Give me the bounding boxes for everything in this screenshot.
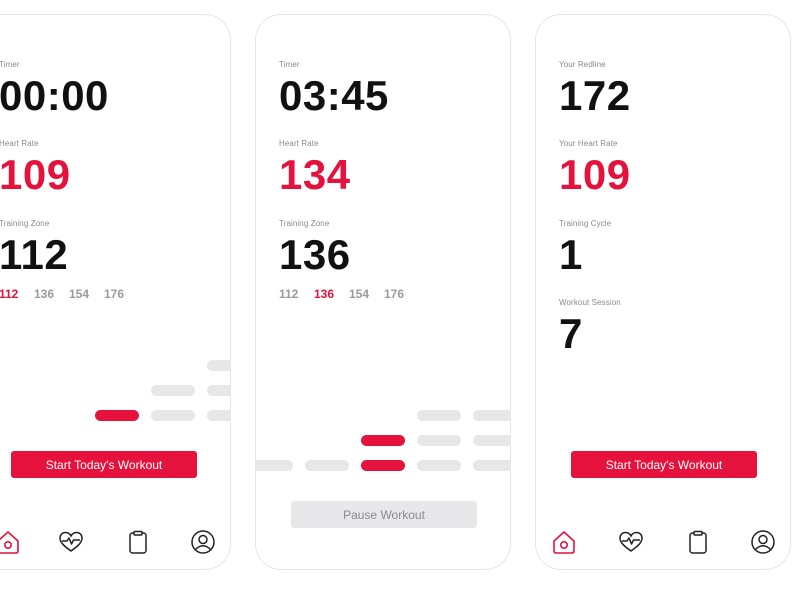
timer-label: Timer (279, 60, 300, 69)
start-workout-button[interactable]: Start Today's Workout (11, 451, 197, 478)
zone-bar (473, 460, 510, 471)
heart-rate-stat: Heart Rate 134 (279, 139, 351, 196)
profile-icon[interactable] (190, 529, 216, 555)
heart-pulse-icon[interactable] (618, 529, 644, 555)
zone-option[interactable]: 154 (349, 287, 384, 301)
timer-value: 00:00 (0, 72, 109, 119)
start-workout-button[interactable]: Start Today's Workout (571, 451, 757, 478)
zone-bar-active (361, 460, 405, 471)
zone-bar (473, 435, 510, 446)
clipboard-icon[interactable] (685, 529, 711, 555)
heart-rate-label: Heart Rate (0, 139, 39, 148)
training-zone-label: Training Zone (0, 219, 50, 228)
redline-value: 172 (559, 72, 631, 119)
zone-option[interactable]: 136 (314, 287, 349, 301)
training-zone-value: 112 (0, 231, 69, 278)
zone-option[interactable]: 154 (69, 287, 104, 301)
phone-screen-3: Your Redline 172 Your Heart Rate 109 Tra… (535, 14, 791, 570)
heart-rate-stat: Your Heart Rate 109 (559, 139, 631, 196)
workout-session-label: Workout Session (559, 298, 621, 307)
home-icon[interactable] (0, 529, 21, 555)
training-cycle-stat: Training Cycle 1 (559, 219, 611, 276)
zone-bar (256, 460, 293, 471)
heart-rate-value: 109 (0, 151, 71, 198)
clipboard-icon[interactable] (125, 529, 151, 555)
pause-workout-button[interactable]: Pause Workout (291, 501, 477, 528)
heart-rate-label: Your Heart Rate (559, 139, 618, 148)
heart-rate-stat: Heart Rate 109 (0, 139, 71, 196)
workout-session-value: 7 (559, 310, 583, 357)
zone-option[interactable]: 136 (34, 287, 69, 301)
zone-bar (207, 385, 230, 396)
workout-session-stat: Workout Session 7 (559, 298, 621, 355)
phone-screen-2: Timer 03:45 Heart Rate 134 Training Zone… (255, 14, 511, 570)
profile-icon[interactable] (750, 529, 776, 555)
zone-bar (207, 410, 230, 421)
zone-bar (207, 360, 230, 371)
timer-stat: Timer 03:45 (279, 60, 389, 117)
zone-bar (417, 435, 461, 446)
zone-bar (417, 410, 461, 421)
timer-stat: Timer 00:00 (0, 60, 109, 117)
redline-label: Your Redline (559, 60, 606, 69)
zone-bar-active (361, 435, 405, 446)
heart-rate-value: 134 (279, 151, 351, 198)
zone-bar (417, 460, 461, 471)
zone-bar (473, 410, 510, 421)
heart-rate-value: 109 (559, 151, 631, 198)
zone-option[interactable]: 112 (279, 287, 314, 301)
zone-option[interactable]: 176 (104, 287, 139, 301)
home-icon[interactable] (551, 529, 577, 555)
heart-pulse-icon[interactable] (58, 529, 84, 555)
zone-option[interactable]: 176 (384, 287, 419, 301)
training-cycle-value: 1 (559, 231, 583, 278)
zone-bar (305, 460, 349, 471)
zone-bar (151, 410, 195, 421)
training-zone-label: Training Zone (279, 219, 330, 228)
timer-value: 03:45 (279, 72, 389, 119)
training-zone-stat: Training Zone 136 (279, 219, 351, 276)
training-cycle-label: Training Cycle (559, 219, 612, 228)
training-zone-value: 136 (279, 231, 351, 278)
training-zone-stat: Training Zone 112 (0, 219, 68, 276)
zone-option[interactable]: 112 (0, 287, 34, 301)
phone-screen-1: Timer 00:00 Heart Rate 109 Training Zone… (0, 14, 231, 570)
redline-stat: Your Redline 172 (559, 60, 631, 117)
zone-selector: 112 136 154 176 (0, 287, 139, 301)
heart-rate-label: Heart Rate (279, 139, 319, 148)
zone-bar (151, 385, 195, 396)
timer-label: Timer (0, 60, 20, 69)
zone-bar-active (95, 410, 139, 421)
zone-selector: 112 136 154 176 (279, 287, 419, 301)
